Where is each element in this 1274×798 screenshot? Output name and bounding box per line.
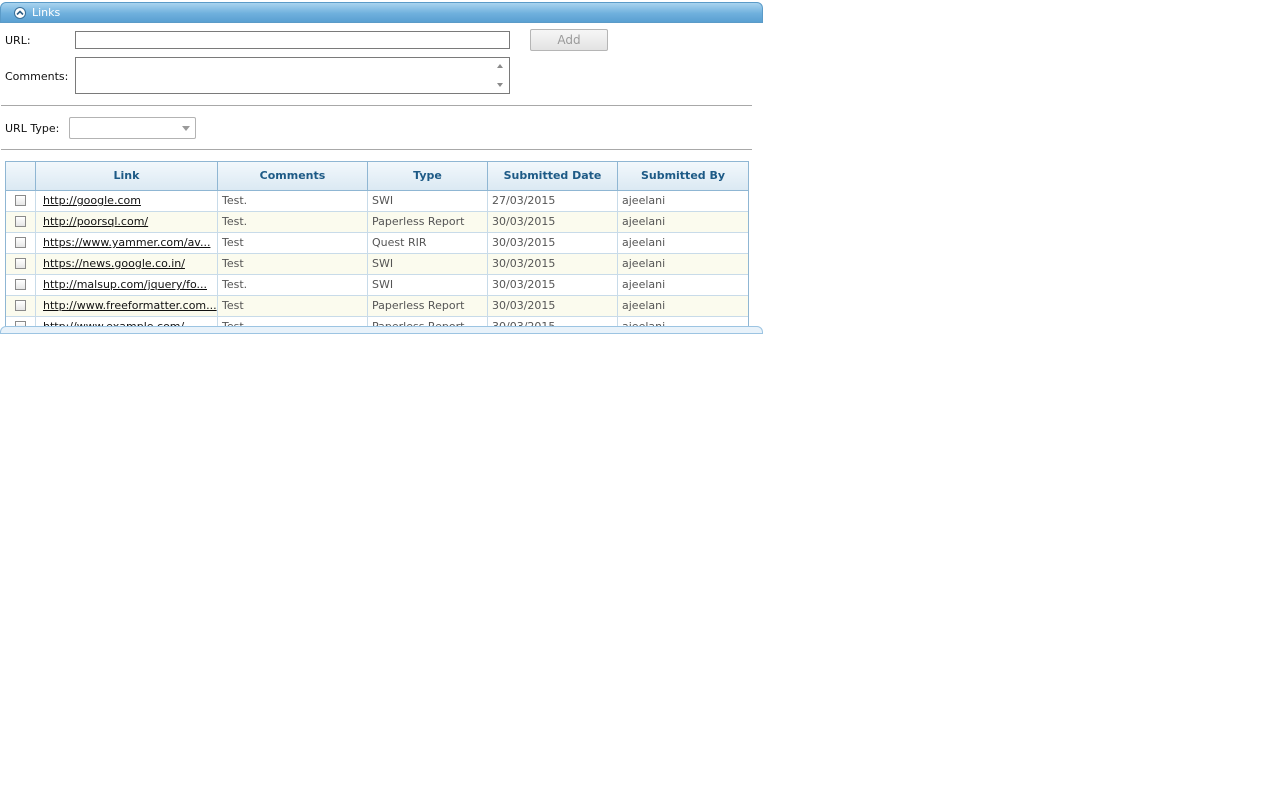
row-select-cell <box>6 212 36 232</box>
header-submitted-date[interactable]: Submitted Date <box>488 162 618 190</box>
header-comments[interactable]: Comments <box>218 162 368 190</box>
collapse-icon[interactable] <box>14 7 26 19</box>
url-type-select[interactable] <box>69 117 196 139</box>
link-cell[interactable]: http://malsup.com/jquery/fo... <box>36 275 218 295</box>
type-cell: SWI <box>368 191 488 211</box>
row-checkbox[interactable] <box>15 216 26 227</box>
scroll-up-icon[interactable] <box>497 64 503 68</box>
row-select-cell <box>6 275 36 295</box>
comments-cell: Test. <box>218 212 368 232</box>
scroll-down-icon[interactable] <box>497 83 503 87</box>
comments-cell: Test <box>218 233 368 253</box>
row-select-cell <box>6 191 36 211</box>
type-cell: Quest RIR <box>368 233 488 253</box>
divider <box>1 105 752 106</box>
row-checkbox[interactable] <box>15 195 26 206</box>
row-checkbox[interactable] <box>15 237 26 248</box>
row-checkbox[interactable] <box>15 258 26 269</box>
row-checkbox[interactable] <box>15 300 26 311</box>
date-cell: 30/03/2015 <box>488 275 618 295</box>
submitted-by-cell: ajeelani <box>622 257 666 270</box>
link-cell[interactable]: http://google.com <box>36 191 218 211</box>
table-row[interactable]: https://news.google.co.in/ Test SWI 30/0… <box>6 254 748 275</box>
row-select-cell <box>6 233 36 253</box>
links-grid: Link Comments Type Submitted Date Submit… <box>5 161 749 334</box>
submitted-by-cell: ajeelani <box>622 278 666 291</box>
type-cell: SWI <box>368 254 488 274</box>
table-row[interactable]: http://poorsql.com/ Test. Paperless Repo… <box>6 212 748 233</box>
comments-scrollbar[interactable] <box>493 58 509 93</box>
header-submitted-by[interactable]: Submitted By <box>618 162 748 190</box>
comments-cell: Test. <box>218 275 368 295</box>
url-input[interactable] <box>75 31 510 49</box>
link-cell[interactable]: https://www.yammer.com/av... <box>36 233 218 253</box>
table-row[interactable]: http://malsup.com/jquery/fo... Test. SWI… <box>6 275 748 296</box>
header-link[interactable]: Link <box>36 162 218 190</box>
panel-footer-bar <box>0 326 763 334</box>
date-cell: 30/03/2015 <box>488 212 618 232</box>
link-cell[interactable]: https://news.google.co.in/ <box>36 254 218 274</box>
panel-header[interactable]: Links <box>0 2 763 23</box>
comments-cell: Test <box>218 296 368 316</box>
divider <box>1 149 752 150</box>
row-select-cell <box>6 254 36 274</box>
submitted-by-cell: ajeelani <box>622 194 666 207</box>
panel-title: Links <box>32 6 61 19</box>
comments-label: Comments: <box>5 70 69 83</box>
header-select-column <box>6 162 36 190</box>
comments-cell: Test <box>218 254 368 274</box>
links-panel: Links URL: Add Comments: URL Type: Link … <box>0 0 764 334</box>
date-cell: 30/03/2015 <box>488 233 618 253</box>
comments-textarea[interactable] <box>75 57 510 94</box>
date-cell: 30/03/2015 <box>488 296 618 316</box>
date-cell: 30/03/2015 <box>488 254 618 274</box>
url-type-label: URL Type: <box>5 122 60 135</box>
grid-header: Link Comments Type Submitted Date Submit… <box>6 162 748 191</box>
type-cell: Paperless Report <box>368 296 488 316</box>
url-label: URL: <box>5 34 31 47</box>
type-cell: SWI <box>368 275 488 295</box>
comments-cell: Test. <box>218 191 368 211</box>
submitted-by-cell: ajeelani <box>622 299 666 312</box>
link-cell[interactable]: http://poorsql.com/ <box>36 212 218 232</box>
link-cell[interactable]: http://www.freeformatter.com... <box>36 296 218 316</box>
type-cell: Paperless Report <box>368 212 488 232</box>
table-row[interactable]: https://www.yammer.com/av... Test Quest … <box>6 233 748 254</box>
submitted-by-cell: ajeelani <box>622 215 666 228</box>
table-row[interactable]: http://google.com Test. SWI 27/03/2015 a… <box>6 191 748 212</box>
add-button[interactable]: Add <box>530 29 608 51</box>
header-type[interactable]: Type <box>368 162 488 190</box>
date-cell: 27/03/2015 <box>488 191 618 211</box>
row-checkbox[interactable] <box>15 279 26 290</box>
row-select-cell <box>6 296 36 316</box>
table-row[interactable]: http://www.freeformatter.com... Test Pap… <box>6 296 748 317</box>
submitted-by-cell: ajeelani <box>622 236 666 249</box>
chevron-down-icon <box>182 126 190 131</box>
